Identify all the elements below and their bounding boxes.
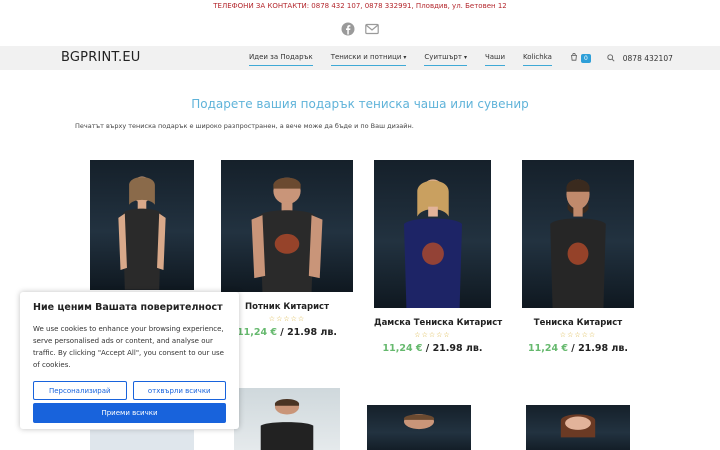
- intro-text: Печатът върху тениска подарък е широко р…: [75, 122, 414, 130]
- nav-item-cart-link[interactable]: Kolichka: [523, 53, 552, 66]
- search-icon[interactable]: [607, 54, 615, 62]
- nav-menu: Идеи за Подарък Тениски и потници ▾ Суитш…: [249, 46, 673, 70]
- product-card[interactable]: [90, 430, 194, 450]
- product-image[interactable]: [90, 430, 194, 450]
- facebook-icon[interactable]: [341, 21, 355, 36]
- product-card[interactable]: [90, 160, 194, 290]
- site-logo[interactable]: BGPRINT.EU: [61, 50, 140, 65]
- nav-item-tshirts[interactable]: Тениски и потници ▾: [330, 53, 407, 66]
- product-card[interactable]: Потник Китарист ☆☆☆☆☆ 11,24 € / 21.98 лв…: [221, 160, 353, 338]
- nav-item-mugs[interactable]: Чаши: [484, 53, 506, 66]
- cart-button[interactable]: 0: [570, 53, 591, 63]
- social-links: [0, 21, 720, 36]
- page-title: Подарете вашия подарък тениска чаша или …: [191, 97, 529, 111]
- top-contact-bar: ТЕЛЕФОНИ ЗА КОНТАКТИ: 0878 432 107, 0878…: [0, 0, 720, 46]
- product-card[interactable]: [234, 388, 340, 450]
- product-card[interactable]: [526, 405, 630, 450]
- cookie-text: We use cookies to enhance your browsing …: [33, 325, 224, 369]
- product-price: 11,24 € / 21.98 лв.: [382, 343, 483, 354]
- product-image[interactable]: [221, 160, 353, 292]
- product-card[interactable]: Тениска Китарист ☆☆☆☆☆ 11,24 € / 21.98 л…: [522, 160, 634, 354]
- cookie-consent-dialog: Ние ценим Вашата поверителност We use co…: [20, 292, 239, 429]
- mail-icon[interactable]: [365, 21, 379, 35]
- nav-item-gift-ideas[interactable]: Идеи за Подарък: [249, 53, 313, 66]
- product-card[interactable]: Дамска Тениска Китарист ☆☆☆☆☆ 11,24 € / …: [374, 160, 502, 354]
- rating-stars: ☆☆☆☆☆: [268, 315, 306, 323]
- product-image[interactable]: [526, 405, 630, 450]
- chevron-down-icon: ▾: [403, 54, 407, 61]
- product-image[interactable]: [367, 405, 471, 450]
- product-name[interactable]: Тениска Китарист: [522, 318, 634, 328]
- customize-button[interactable]: Персонализирай: [33, 381, 127, 400]
- product-image[interactable]: [374, 160, 491, 308]
- product-price: 11,24 € / 21.98 лв.: [237, 327, 337, 338]
- cookie-title: Ние ценим Вашата поверителност: [33, 302, 223, 313]
- product-price: 11,24 € / 21.98 лв.: [528, 343, 628, 354]
- product-image[interactable]: [234, 388, 340, 450]
- product-image[interactable]: [90, 160, 194, 290]
- main-navigation: BGPRINT.EU Идеи за Подарък Тениски и пот…: [0, 46, 720, 70]
- rating-stars: ☆☆☆☆☆: [414, 331, 451, 339]
- contact-phones: ТЕЛЕФОНИ ЗА КОНТАКТИ: 0878 432 107, 0878…: [213, 2, 507, 10]
- product-name[interactable]: Дамска Тениска Китарист: [374, 318, 502, 328]
- cart-icon: [570, 53, 578, 63]
- product-name[interactable]: Потник Китарист: [221, 302, 353, 312]
- rating-stars: ☆☆☆☆☆: [559, 331, 597, 339]
- cart-count-badge: 0: [580, 53, 591, 63]
- product-image[interactable]: [522, 160, 634, 308]
- reject-all-button[interactable]: отхвърли всички: [132, 381, 226, 400]
- chevron-down-icon: ▾: [463, 54, 467, 61]
- product-card[interactable]: [367, 405, 471, 450]
- nav-item-sweatshirt[interactable]: Суитшърт ▾: [424, 53, 467, 66]
- accept-all-button[interactable]: Приеми всички: [33, 403, 226, 423]
- nav-phone[interactable]: 0878 432107: [623, 54, 673, 63]
